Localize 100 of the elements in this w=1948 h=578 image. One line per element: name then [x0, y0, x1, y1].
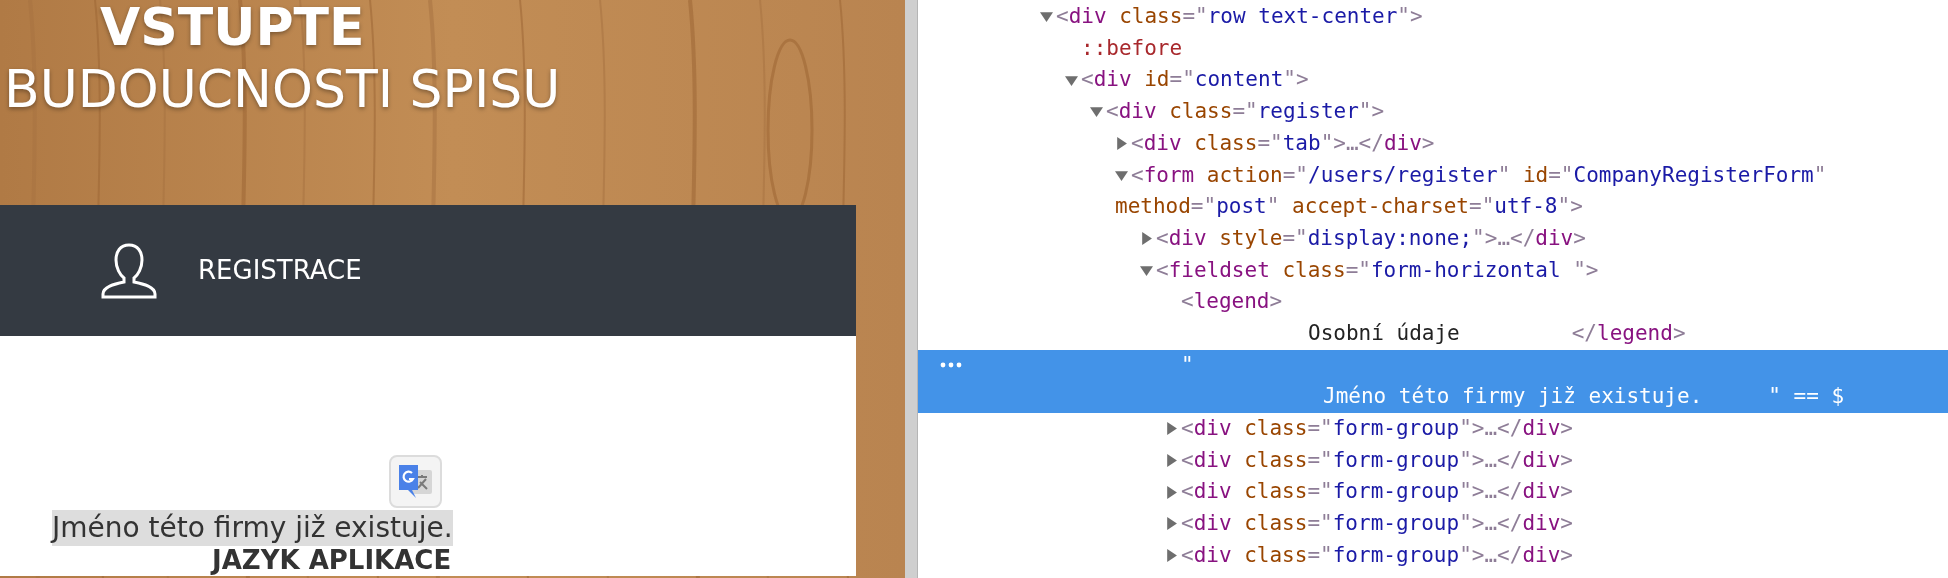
collapsed-arrow-icon[interactable] — [1165, 453, 1178, 467]
hero-heading: VSTUPTE — [100, 0, 366, 58]
code-punct: > — [1560, 478, 1573, 506]
expanded-arrow-icon[interactable] — [1115, 168, 1128, 182]
code-punct: … — [1345, 129, 1359, 157]
expanded-arrow-icon[interactable] — [1065, 73, 1078, 87]
code-punct: … — [1484, 478, 1498, 506]
code-punct: " — [1497, 161, 1511, 189]
code-punct: > — [1269, 288, 1283, 316]
code-attr: class — [1282, 256, 1346, 284]
tab-label[interactable]: REGISTRACE — [198, 251, 362, 290]
error-message: Jméno této firmy již existuje. — [52, 510, 453, 546]
section-heading: JAZYK APLIKACE — [212, 544, 452, 576]
code-value: register — [1257, 98, 1359, 126]
code-punct: </ — [1497, 510, 1523, 538]
code-value: form-group — [1332, 415, 1460, 443]
code-punct: =" — [1169, 66, 1195, 94]
code-attr: class — [1169, 98, 1233, 126]
code-punct: =" — [1307, 510, 1333, 538]
code-attr: class — [1244, 478, 1308, 506]
code-tag: form — [1143, 159, 1195, 192]
code-value: form-horizontal — [1370, 256, 1562, 284]
code-attr: class — [1119, 3, 1183, 31]
code-punct: < — [1181, 415, 1194, 443]
code-punct: =" — [1548, 161, 1574, 189]
code-value: CompanyRegisterForm — [1573, 161, 1814, 189]
code-punct: … — [1484, 415, 1498, 443]
code-punct: < — [1181, 510, 1194, 538]
collapsed-arrow-icon[interactable] — [1165, 549, 1178, 563]
code-value: display:none; — [1307, 224, 1473, 252]
code-punct: "> — [1397, 3, 1423, 31]
collapsed-arrow-icon[interactable] — [1165, 517, 1178, 531]
expanded-arrow-icon[interactable] — [1140, 263, 1153, 277]
code-punct: " — [1266, 193, 1280, 221]
code-punct: … — [1497, 224, 1511, 252]
more-icon[interactable] — [940, 361, 962, 368]
code-punct: </ — [1510, 224, 1536, 252]
code-punct: =" — [1345, 256, 1371, 284]
code-punct: < — [1156, 224, 1169, 252]
code-tag: div — [1193, 413, 1232, 445]
code-attr: style — [1219, 224, 1283, 252]
code-punct: </ — [1497, 541, 1523, 569]
code-punct: < — [1181, 446, 1194, 474]
code-punct: " == $ — [1768, 383, 1845, 411]
code-attr: class — [1244, 415, 1308, 443]
code-attr: id — [1522, 161, 1549, 189]
collapsed-arrow-icon[interactable] — [1165, 422, 1178, 436]
expanded-arrow-icon[interactable] — [1090, 105, 1103, 119]
collapsed-arrow-icon[interactable] — [1140, 232, 1153, 246]
code-punct: "> — [1459, 478, 1485, 506]
translate-icon[interactable] — [389, 455, 442, 508]
code-punct: =" — [1307, 446, 1333, 474]
code-punct: </ — [1358, 129, 1384, 157]
code-value: post — [1216, 193, 1267, 221]
code-punct: > — [1560, 541, 1573, 569]
code-punct: "> — [1459, 446, 1485, 474]
code-punct: " — [1181, 351, 1194, 379]
code-punct: > — [1560, 510, 1573, 538]
code-attr: class — [1244, 510, 1308, 538]
code-punct: "> — [1283, 66, 1309, 94]
code-punct: > — [1560, 446, 1573, 474]
code-punct: =" — [1232, 98, 1258, 126]
code-punct: "> — [1472, 224, 1498, 252]
code-value: row text-center — [1207, 3, 1398, 31]
code-text: Osobní údaje — [1308, 319, 1460, 347]
code-tag: fieldset — [1168, 254, 1270, 287]
code-value: /users/register — [1308, 161, 1498, 189]
code-tag: legend — [1597, 317, 1673, 350]
code-punct: > — [1573, 224, 1586, 252]
code-tag: div — [1522, 444, 1561, 477]
code-punct: =" — [1182, 3, 1208, 31]
code-tag: div — [1168, 222, 1207, 255]
code-attr: class — [1244, 446, 1308, 474]
code-punct: "> — [1320, 129, 1346, 157]
code-tag: legend — [1193, 286, 1270, 318]
code-tag: div — [1535, 222, 1574, 255]
code-punct: > — [1421, 129, 1435, 157]
code-punct: … — [1484, 446, 1498, 474]
expanded-arrow-icon[interactable] — [1040, 10, 1053, 24]
hero-heading: BUDOUCNOSTI SPISU — [4, 58, 562, 120]
code-attr: method — [1115, 193, 1191, 221]
code-punct: < — [1131, 129, 1144, 157]
code-value: tab — [1282, 129, 1321, 157]
code-tag: div — [1118, 96, 1157, 128]
code-tag: div — [1193, 508, 1232, 540]
code-punct: =" — [1469, 193, 1495, 221]
code-tag: div — [1522, 476, 1561, 508]
code-punct: … — [1484, 510, 1498, 538]
code-attr: class — [1244, 541, 1308, 569]
code-punct: </ — [1571, 319, 1597, 347]
code-punct: "> — [1459, 541, 1485, 569]
code-tag: div — [1522, 539, 1561, 572]
code-value: content — [1194, 66, 1284, 94]
code-punct: =" — [1307, 478, 1333, 506]
collapsed-arrow-icon[interactable] — [1115, 137, 1128, 151]
collapsed-arrow-icon[interactable] — [1165, 485, 1178, 499]
code-punct: < — [1181, 541, 1194, 569]
code-punct: =" — [1307, 541, 1333, 569]
code-value: form-group — [1332, 446, 1460, 474]
code-tag: div — [1193, 476, 1232, 508]
